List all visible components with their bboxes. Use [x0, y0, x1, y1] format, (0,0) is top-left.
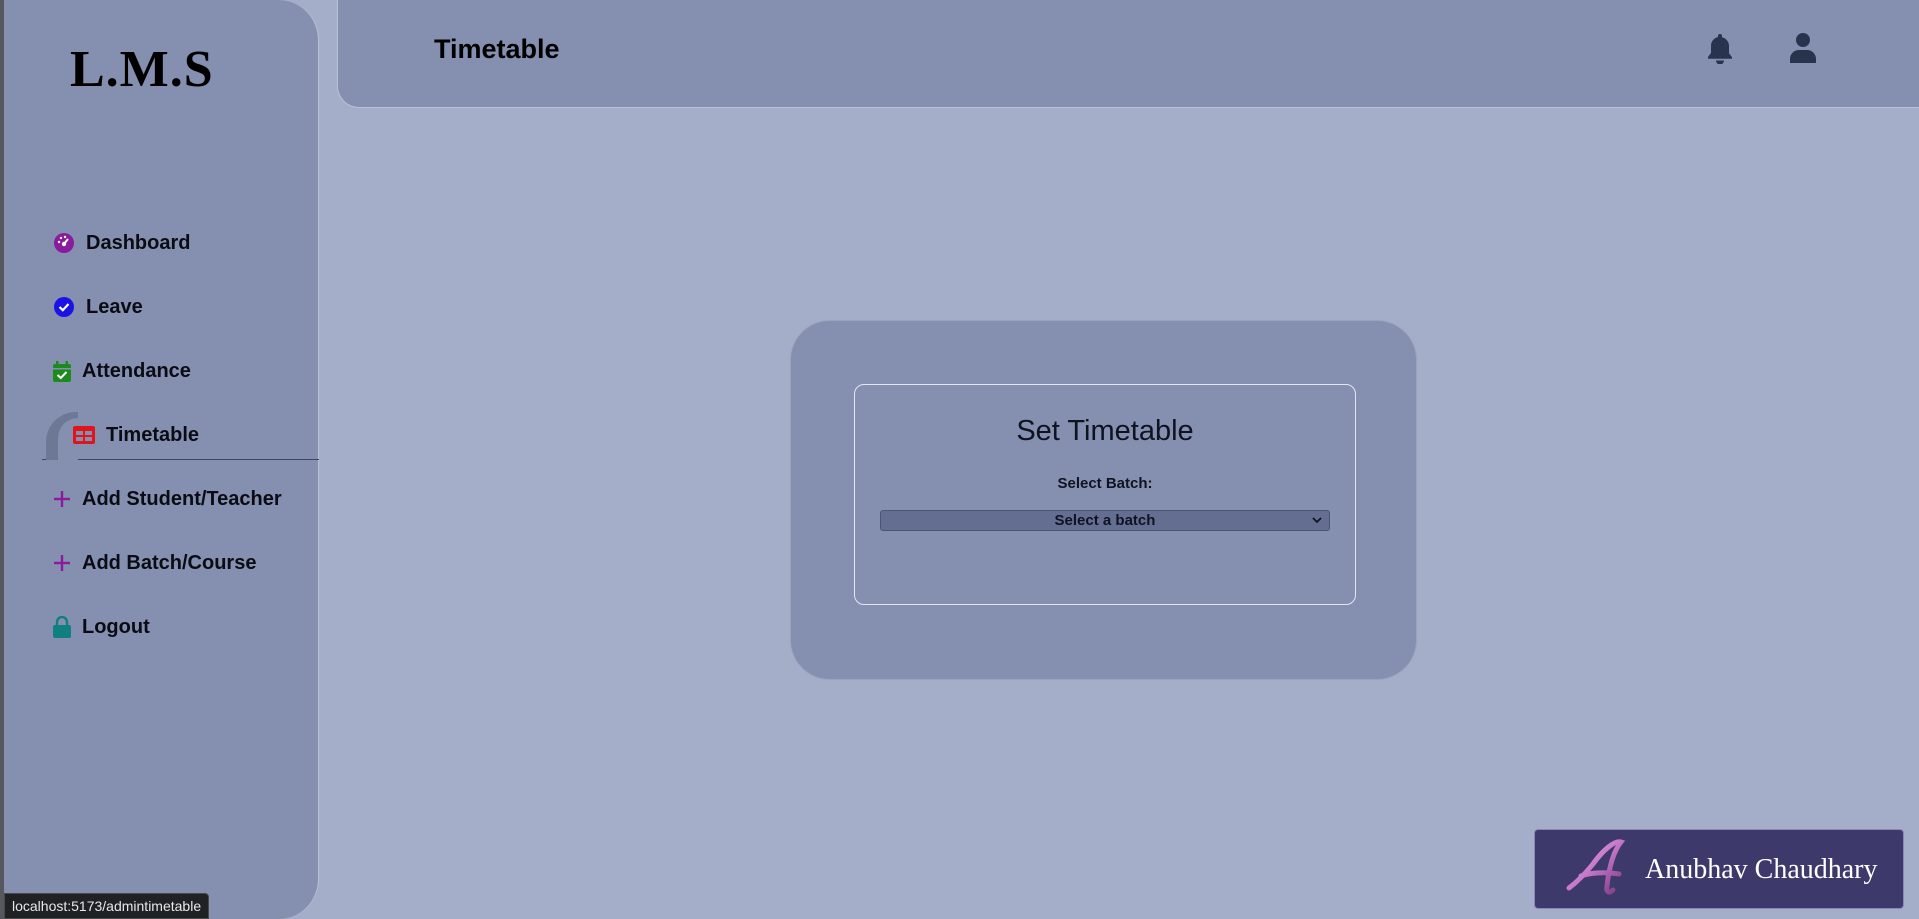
sidebar-item-label: Leave	[86, 295, 143, 318]
sidebar-item-leave[interactable]: Leave	[52, 287, 143, 327]
top-header: Timetable	[337, 0, 1919, 108]
calendar-check-icon	[52, 359, 72, 383]
sidebar-item-label: Dashboard	[86, 231, 191, 254]
sidebar-item-attendance[interactable]: Attendance	[52, 351, 191, 391]
sidebar: L.M.S Dashboard Leave Attendance Timetab…	[4, 0, 319, 919]
sidebar-item-logout[interactable]: Logout	[52, 607, 150, 647]
check-circle-icon	[52, 295, 76, 319]
table-icon	[72, 423, 96, 447]
signature-monogram-icon	[1563, 836, 1633, 907]
sidebar-item-timetable[interactable]: Timetable	[72, 415, 199, 455]
plus-icon	[52, 487, 72, 511]
bell-icon[interactable]	[1703, 30, 1737, 66]
timetable-form: Set Timetable Select Batch: Select a bat…	[854, 384, 1356, 605]
sidebar-item-label: Add Student/Teacher	[82, 487, 282, 510]
chevron-down-icon	[1311, 513, 1323, 531]
batch-select-label: Select Batch:	[1057, 475, 1153, 492]
sidebar-item-label: Add Batch/Course	[82, 551, 257, 574]
sidebar-item-label: Attendance	[82, 359, 191, 382]
author-name: Anubhav Chaudhary	[1645, 854, 1878, 885]
sidebar-item-add-batch-course[interactable]: Add Batch/Course	[52, 543, 256, 583]
user-icon[interactable]	[1786, 30, 1820, 66]
author-watermark: Anubhav Chaudhary	[1534, 829, 1904, 909]
card-title: Set Timetable	[1016, 415, 1194, 447]
status-bar-url: localhost:5173/admintimetable	[4, 893, 210, 919]
sidebar-item-label: Logout	[82, 615, 150, 638]
app-logo: L.M.S	[70, 41, 214, 98]
batch-select[interactable]: Select a batch	[880, 510, 1330, 531]
batch-select-value: Select a batch	[1054, 512, 1156, 529]
page-title: Timetable	[434, 34, 560, 64]
dashboard-gauge-icon	[52, 231, 76, 255]
timetable-card: Set Timetable Select Batch: Select a bat…	[790, 320, 1417, 680]
sidebar-item-dashboard[interactable]: Dashboard	[52, 223, 190, 263]
sidebar-item-add-student-teacher[interactable]: Add Student/Teacher	[52, 479, 282, 519]
lock-icon	[52, 615, 72, 639]
plus-icon	[52, 551, 72, 575]
sidebar-item-label: Timetable	[106, 423, 199, 446]
